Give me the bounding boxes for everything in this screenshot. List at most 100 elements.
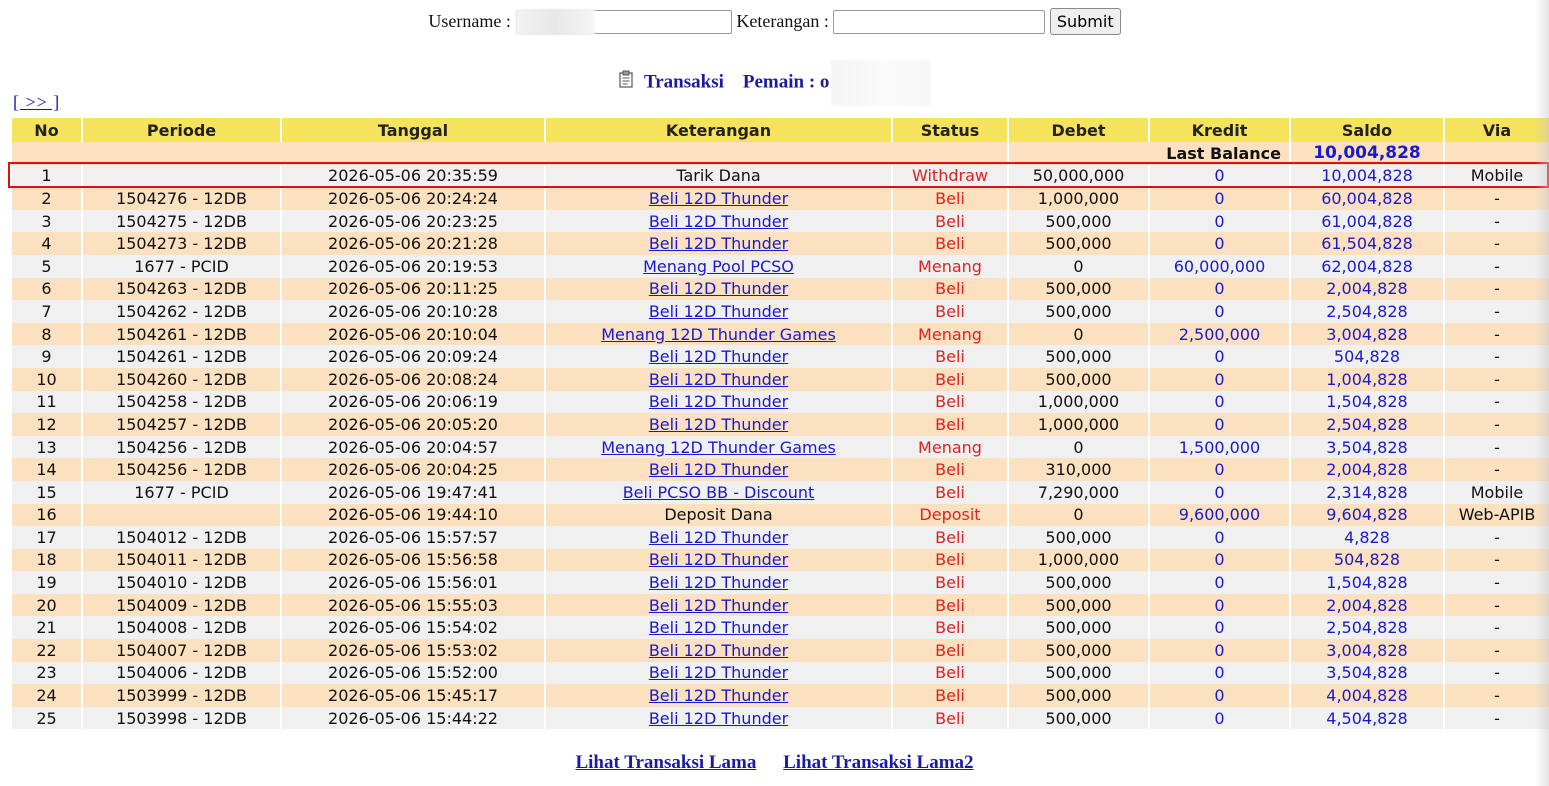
keterangan-link[interactable]: Beli 12D Thunder [649,347,788,366]
pemain-label: Pemain : o [742,71,830,93]
keterangan-input[interactable] [833,9,1046,34]
row-tanggal: 2026-05-06 20:11:25 [282,277,544,301]
row-debet: 50,000,000 [1009,164,1148,188]
row-via: - [1445,413,1549,436]
row-via: - [1445,187,1549,210]
row-saldo: 2,504,828 [1291,616,1443,640]
row-status: Beli [893,684,1007,707]
row-debet: 500,000 [1009,277,1148,301]
row-tanggal: 2026-05-06 20:24:24 [282,187,544,210]
keterangan-link[interactable]: Beli PCSO BB - Discount [623,483,815,502]
keterangan-link[interactable]: Beli 12D Thunder [649,528,788,547]
keterangan-link[interactable]: Beli 12D Thunder [649,686,788,705]
row-periode: 1677 - PCID [83,254,280,278]
row-tanggal: 2026-05-06 15:45:17 [282,684,544,707]
row-tanggal: 2026-05-06 20:06:19 [282,390,544,414]
row-kredit: 0 [1150,277,1289,301]
row-periode: 1504257 - 12DB [83,413,280,436]
keterangan-link[interactable]: Beli 12D Thunder [649,641,788,660]
row-no: 11 [12,390,81,414]
keterangan-link[interactable]: Beli 12D Thunder [649,663,788,682]
old-transactions-link[interactable]: Lihat Transaksi Lama [575,752,756,773]
row-kredit: 0 [1150,593,1289,617]
row-kredit: 0 [1150,187,1289,210]
row-via: - [1445,345,1549,368]
row-kredit: 60,000,000 [1150,254,1289,278]
row-periode [83,503,280,527]
row-via: - [1445,277,1549,301]
keterangan-link[interactable]: Beli 12D Thunder [649,618,788,637]
keterangan-link[interactable]: Beli 12D Thunder [649,709,788,728]
keterangan-link[interactable]: Beli 12D Thunder [649,550,788,569]
keterangan-link[interactable]: Beli 12D Thunder [649,460,788,479]
row-no: 8 [12,322,81,346]
keterangan-link[interactable]: Menang 12D Thunder Games [601,438,836,457]
row-saldo: 504,828 [1291,345,1443,368]
row-tanggal: 2026-05-06 19:47:41 [282,480,544,504]
keterangan-link[interactable]: Beli 12D Thunder [649,212,788,231]
row-saldo: 1,504,828 [1291,390,1443,414]
search-form: Username : Keterangan : Submit [0,8,1549,40]
table-row: 11 1504258 - 12DB 2026-05-06 20:06:19 Beli … [12,390,1549,414]
keterangan-link[interactable]: Menang Pool PCSO [643,257,794,276]
row-status: Beli [893,390,1007,414]
row-saldo: 2,504,828 [1291,413,1443,436]
row-keterangan: Beli 12D Thunder [546,187,891,210]
table-row: 22 1504007 - 12DB 2026-05-06 15:53:02 Beli … [12,639,1549,662]
row-periode: 1503999 - 12DB [83,684,280,707]
row-via: Mobile [1445,480,1549,504]
row-kredit: 0 [1150,367,1289,391]
row-via: - [1445,593,1549,617]
row-saldo: 60,004,828 [1291,187,1443,210]
row-keterangan: Beli 12D Thunder [546,345,891,368]
table-row: 19 1504010 - 12DB 2026-05-06 15:56:01 Beli … [12,571,1549,594]
row-keterangan: Beli 12D Thunder [546,616,891,640]
table-row: 6 1504263 - 12DB 2026-05-06 20:11:25 Beli 1… [12,277,1549,301]
keterangan-link[interactable]: Beli 12D Thunder [649,279,788,298]
row-via: - [1445,435,1549,459]
keterangan-link[interactable]: Beli 12D Thunder [649,189,788,208]
table-row: 7 1504262 - 12DB 2026-05-06 20:10:28 Beli 1… [12,300,1549,323]
next-page-link[interactable]: [ >> ] [13,92,60,113]
old-transactions2-link[interactable]: Lihat Transaksi Lama2 [783,752,973,773]
row-keterangan: Beli 12D Thunder [546,413,891,436]
row-saldo: 504,828 [1291,548,1443,572]
row-kredit: 0 [1150,548,1289,572]
row-debet: 500,000 [1009,526,1148,549]
keterangan-link[interactable]: Beli 12D Thunder [649,573,788,592]
submit-button[interactable]: Submit [1049,8,1121,35]
row-debet: 500,000 [1009,639,1148,662]
row-via: - [1445,254,1549,278]
keterangan-label: Keterangan : [736,11,829,31]
row-no: 17 [12,526,81,549]
keterangan-link[interactable]: Menang 12D Thunder Games [601,325,836,344]
table-row: 5 1677 - PCID 2026-05-06 20:19:53 Menang Po… [12,254,1549,278]
row-status: Menang [893,254,1007,278]
keterangan-link[interactable]: Beli 12D Thunder [649,596,788,615]
keterangan-link[interactable]: Beli 12D Thunder [649,234,788,253]
row-periode: 1677 - PCID [83,480,280,504]
keterangan-link[interactable]: Beli 12D Thunder [649,302,788,321]
table-row: 1 2026-05-06 20:35:59 Tarik Dana Withdraw 50… [12,164,1549,188]
row-status: Beli [893,616,1007,640]
row-kredit: 0 [1150,164,1289,188]
col-header: Periode [83,117,280,142]
table-row: 20 1504009 - 12DB 2026-05-06 15:55:03 Beli … [12,593,1549,617]
row-periode: 1504256 - 12DB [83,435,280,459]
row-keterangan: Beli 12D Thunder [546,684,891,707]
row-saldo: 10,004,828 [1291,164,1443,188]
keterangan-link[interactable]: Beli 12D Thunder [649,370,788,389]
row-periode: 1504008 - 12DB [83,616,280,640]
row-status: Beli [893,413,1007,436]
keterangan-link[interactable]: Beli 12D Thunder [649,392,788,411]
row-debet: 500,000 [1009,661,1148,685]
row-keterangan: Menang Pool PCSO [546,254,891,278]
row-no: 23 [12,661,81,685]
row-no: 15 [12,480,81,504]
row-saldo: 61,504,828 [1291,232,1443,255]
row-debet: 500,000 [1009,345,1148,368]
transaksi-title: Transaksi [643,71,724,93]
keterangan-link[interactable]: Beli 12D Thunder [649,415,788,434]
row-via: - [1445,526,1549,549]
table-row: 25 1503998 - 12DB 2026-05-06 15:44:22 Beli … [12,706,1549,730]
